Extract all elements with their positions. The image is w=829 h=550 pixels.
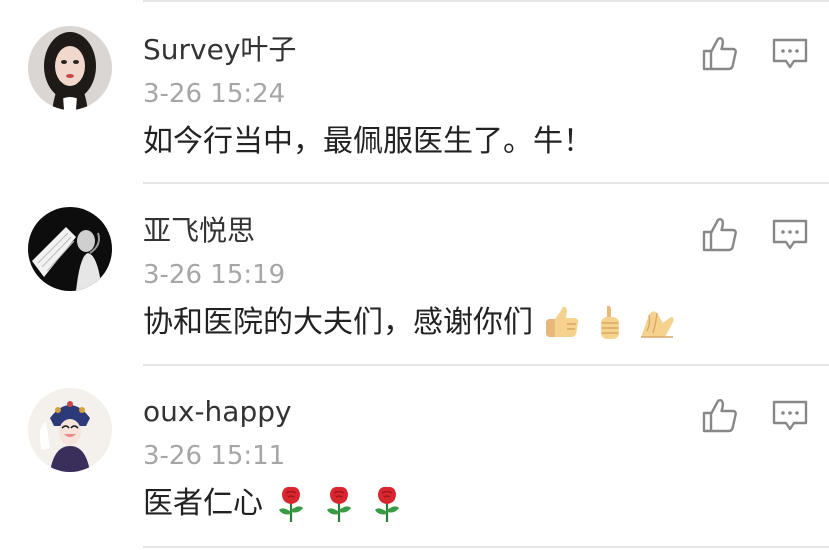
thumbs-up-outline-icon <box>702 218 737 252</box>
thumbs-up-emoji <box>589 303 629 343</box>
comment-text-body: 医者仁心 <box>143 486 263 521</box>
comment-item: 亚飞悦思 3-26 15:19 协和医院的大夫们，感谢你们 <box>0 181 829 359</box>
username[interactable]: Survey叶子 <box>143 32 296 68</box>
timestamp: 3-26 15:24 <box>143 79 286 109</box>
like-button[interactable] <box>700 215 740 255</box>
comment-bubble-icon <box>772 219 808 250</box>
rose-emoji <box>271 484 311 524</box>
divider <box>143 546 829 548</box>
like-button[interactable] <box>700 396 740 436</box>
reply-button[interactable] <box>771 217 809 253</box>
avatar[interactable] <box>28 26 112 110</box>
rose-emoji <box>319 484 359 524</box>
pinched-fingers-emoji <box>637 303 677 343</box>
avatar[interactable] <box>28 207 112 291</box>
comment-text: 医者仁心 <box>143 482 407 526</box>
avatar[interactable] <box>28 388 112 472</box>
username[interactable]: oux-happy <box>143 394 292 430</box>
thumbs-up-outline-icon <box>702 37 737 71</box>
username[interactable]: 亚飞悦思 <box>143 213 255 249</box>
thumbs-up-outline-icon <box>702 399 737 433</box>
comment-text: 协和医院的大夫们，感谢你们 <box>143 301 677 345</box>
comment-bubble-icon <box>772 38 808 69</box>
comment-item: Survey叶子 3-26 15:24 如今行当中，最佩服医生了。牛！ <box>0 0 829 178</box>
comment-text: 如今行当中，最佩服医生了。牛！ <box>143 120 593 164</box>
comment-list: Survey叶子 3-26 15:24 如今行当中，最佩服医生了。牛！ 亚飞悦思… <box>0 0 829 550</box>
comment-item: oux-happy 3-26 15:11 医者仁心 <box>0 362 829 540</box>
comment-text-body: 协和医院的大夫们，感谢你们 <box>143 305 533 340</box>
reply-button[interactable] <box>771 398 809 434</box>
reply-button[interactable] <box>771 36 809 72</box>
like-button[interactable] <box>700 34 740 74</box>
timestamp: 3-26 15:11 <box>143 441 286 471</box>
comment-bubble-icon <box>772 400 808 431</box>
timestamp: 3-26 15:19 <box>143 260 286 290</box>
thumbs-up-emoji <box>541 303 581 343</box>
comment-text-body: 如今行当中，最佩服医生了。牛！ <box>143 124 593 159</box>
rose-emoji <box>367 484 407 524</box>
